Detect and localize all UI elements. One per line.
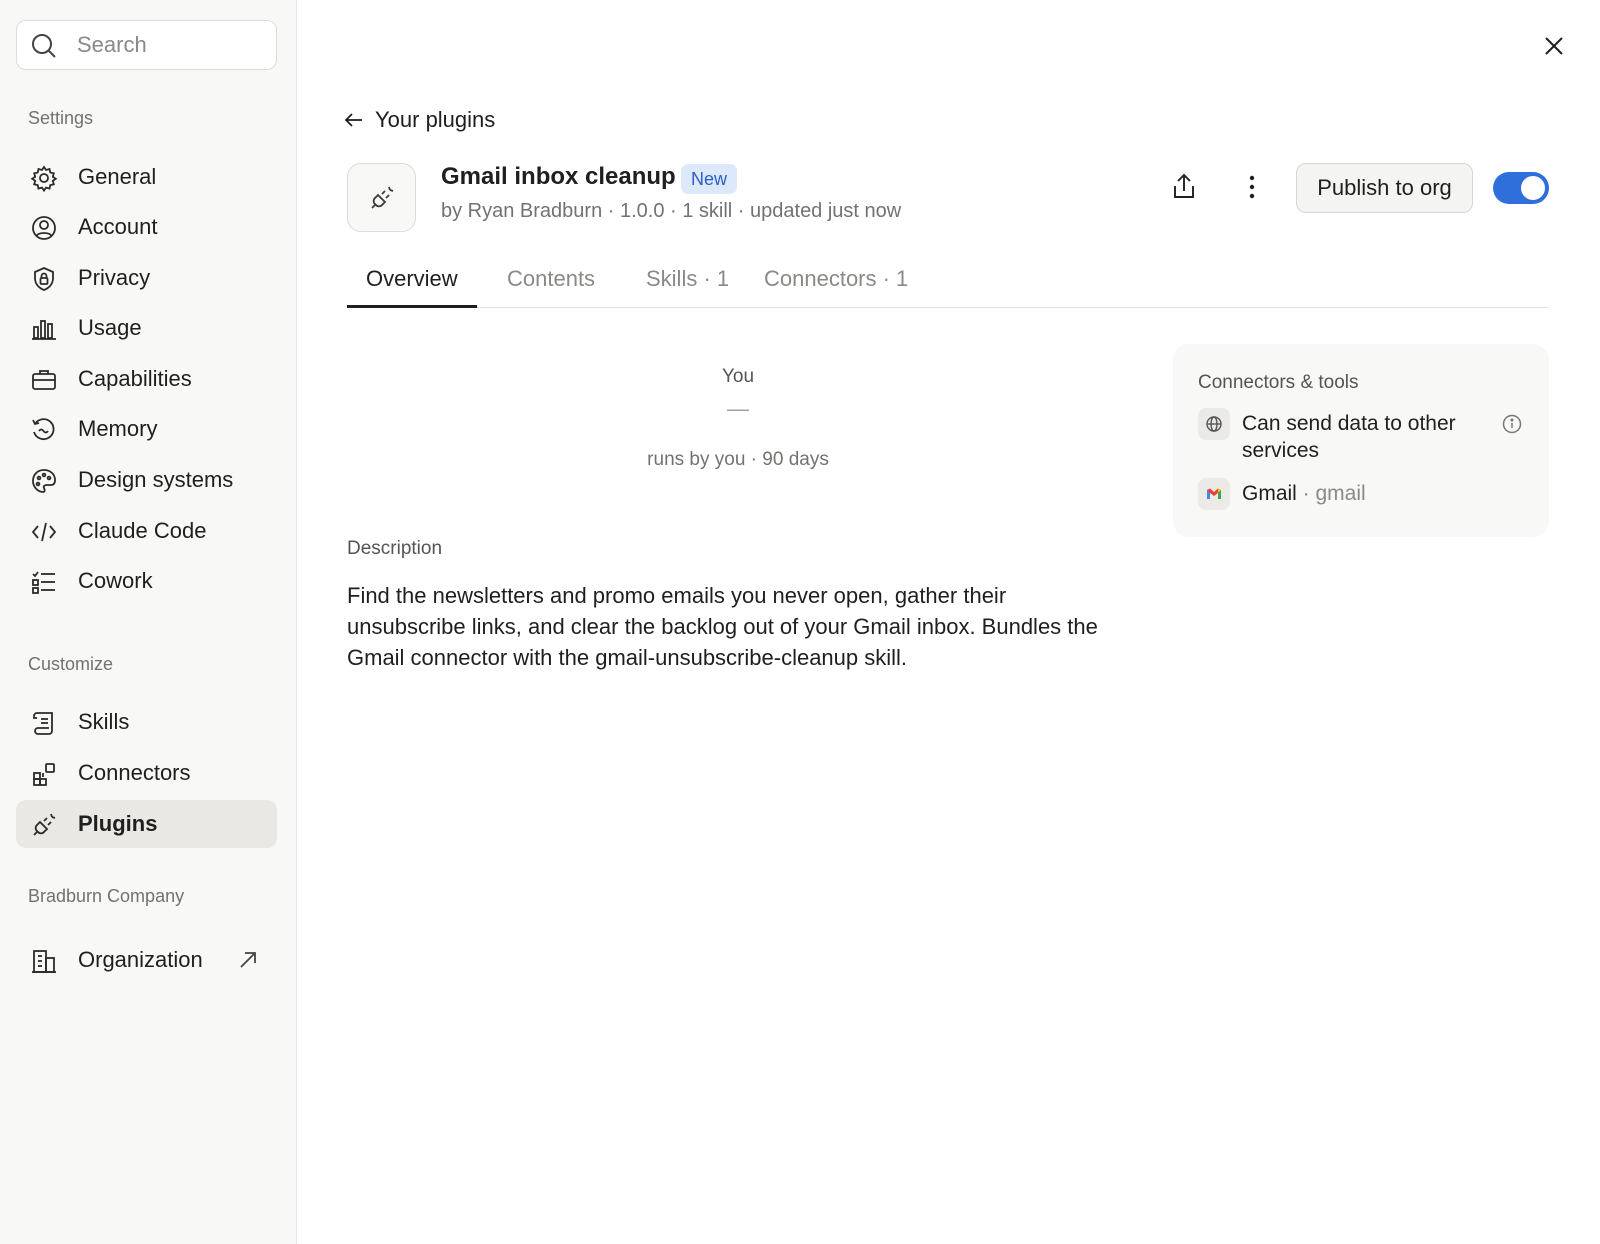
sidebar-item-label: Privacy	[78, 265, 151, 290]
company-section-label: Bradburn Company	[28, 886, 185, 906]
search-input[interactable]	[77, 29, 267, 61]
tool-icon-tile	[1198, 478, 1230, 510]
plugin-meta: by Ryan Bradburn · 1.0.0 · 1 skill · upd…	[441, 200, 902, 222]
sidebar-item-label: Design systems	[78, 467, 234, 492]
publish-to-org-button[interactable]: Publish to org	[1296, 163, 1473, 213]
sidebar-item-label: Usage	[78, 315, 142, 340]
sidebar-item-label: Capabilities	[78, 366, 192, 391]
settings-section-label: Settings	[28, 108, 94, 128]
plug-icon	[368, 184, 396, 212]
search-box[interactable]	[16, 20, 277, 70]
sidebar-item-account[interactable]: Account	[16, 203, 277, 251]
tool-icon-tile	[1198, 408, 1230, 440]
globe-icon	[1205, 415, 1223, 433]
description-text: Find the newsletters and promo emails yo…	[347, 583, 1098, 670]
briefcase-icon	[30, 366, 58, 394]
sidebar-item-label: Plugins	[78, 811, 158, 836]
sidebar-item-label: Skills	[78, 709, 130, 734]
sidebar-item-usage[interactable]: Usage	[16, 304, 277, 352]
scroll-icon	[30, 709, 58, 737]
tool-label: Gmail · gmail	[1242, 482, 1366, 505]
plugin-title: Gmail inbox cleanup	[441, 163, 676, 190]
sidebar-item-label: Cowork	[78, 568, 153, 593]
customize-section-label: Customize	[28, 654, 114, 674]
sidebar-item-plugins[interactable]: Plugins	[16, 800, 277, 848]
code-icon	[30, 518, 58, 546]
share-icon	[1168, 171, 1200, 203]
sidebar-item-claude-code[interactable]: Claude Code	[16, 507, 277, 555]
sidebar-item-label: Organization	[78, 947, 203, 972]
tools-card-title: Connectors & tools	[1198, 372, 1359, 393]
sidebar-item-label: Memory	[78, 416, 158, 441]
tab-contents[interactable]: Contents	[488, 266, 614, 308]
bar-chart-icon	[30, 315, 58, 343]
description-label: Description	[347, 538, 443, 559]
sidebar-item-label: General	[78, 164, 157, 189]
sidebar-item-label: Claude Code	[78, 518, 207, 543]
stat-caption: runs by you · 90 days	[647, 449, 829, 470]
back-link-label: Your plugins	[375, 107, 496, 132]
sidebar-item-cowork[interactable]: Cowork	[16, 557, 277, 605]
plug-icon	[30, 811, 58, 839]
palette-icon	[30, 467, 58, 495]
sidebar: Settings General Account Privacy Usage C…	[0, 0, 297, 1244]
sidebar-item-skills[interactable]: Skills	[16, 698, 277, 746]
plugin-enabled-toggle[interactable]	[1493, 172, 1549, 204]
connectors-icon	[30, 760, 58, 788]
arrow-left-icon	[343, 109, 365, 131]
tool-label: Can send data to other services	[1242, 412, 1456, 462]
user-circle-icon	[30, 214, 58, 242]
tab-bar: Overview Contents Skills · 1 Connectors …	[347, 258, 1549, 308]
shield-lock-icon	[30, 265, 58, 293]
tab-skills[interactable]: Skills · 1	[627, 266, 748, 308]
search-icon	[30, 32, 58, 60]
sidebar-item-connectors[interactable]: Connectors	[16, 749, 277, 797]
stat-value: —	[727, 396, 749, 421]
sidebar-item-privacy[interactable]: Privacy	[16, 254, 277, 302]
info-icon[interactable]	[1501, 413, 1523, 435]
sidebar-item-general[interactable]: General	[16, 153, 277, 201]
close-icon	[1538, 30, 1570, 62]
sidebar-item-design-systems[interactable]: Design systems	[16, 456, 277, 504]
connectors-tools-card: Connectors & tools Can send data to othe…	[1173, 344, 1549, 537]
memory-icon	[30, 416, 58, 444]
sidebar-item-label: Account	[78, 214, 158, 239]
stat-label: You	[721, 366, 755, 387]
external-link-icon	[236, 948, 260, 972]
tab-connectors[interactable]: Connectors · 1	[745, 266, 927, 308]
toggle-knob	[1521, 176, 1545, 200]
building-icon	[30, 947, 58, 975]
sidebar-item-organization[interactable]: Organization	[16, 936, 277, 984]
sidebar-item-capabilities[interactable]: Capabilities	[16, 355, 277, 403]
back-to-plugins-link[interactable]: Your plugins	[343, 104, 495, 136]
checklist-icon	[30, 568, 58, 596]
sidebar-item-memory[interactable]: Memory	[16, 405, 277, 453]
more-options-button[interactable]	[1238, 171, 1266, 203]
sidebar-item-label: Connectors	[78, 760, 191, 785]
more-vertical-icon	[1238, 171, 1266, 203]
new-badge: New	[681, 164, 738, 194]
plugin-icon-tile	[347, 163, 416, 232]
gear-icon	[30, 164, 58, 192]
gmail-icon	[1205, 485, 1223, 503]
tab-overview[interactable]: Overview	[347, 266, 477, 308]
close-button[interactable]	[1538, 30, 1570, 62]
share-button[interactable]	[1168, 171, 1200, 203]
